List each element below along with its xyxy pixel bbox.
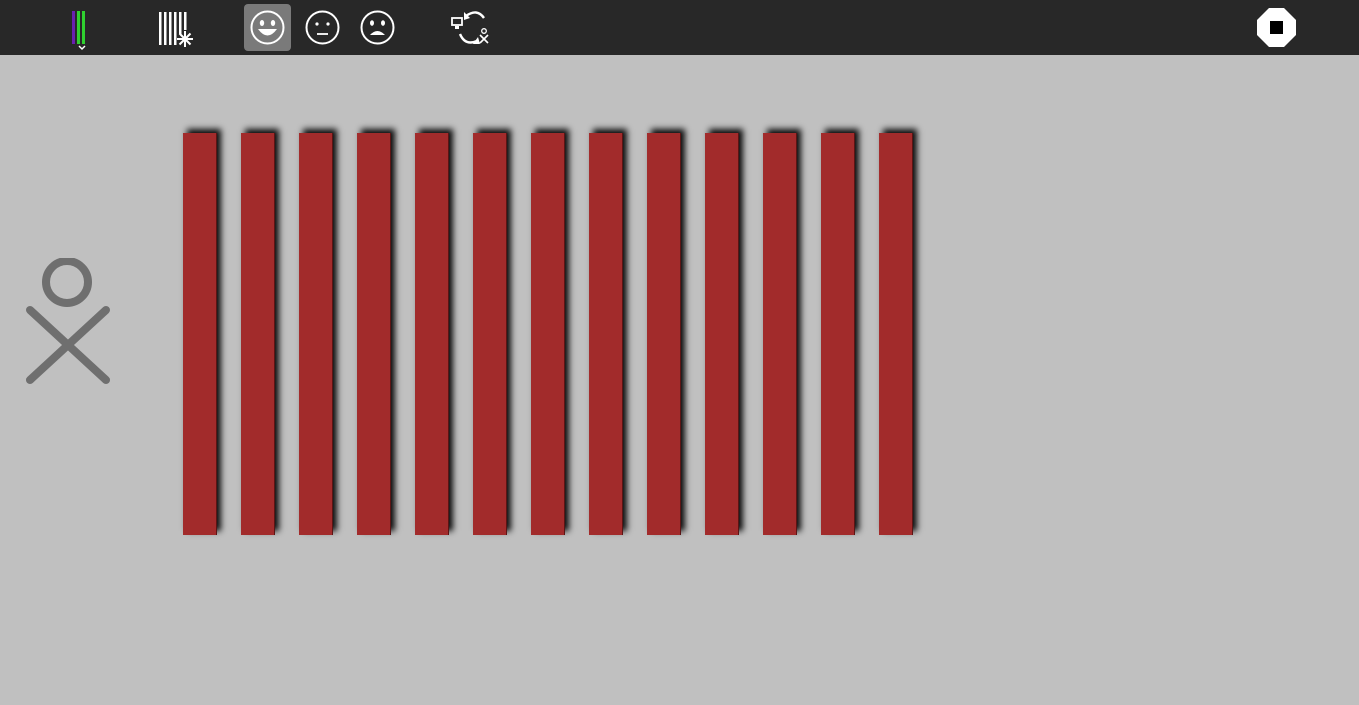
stop-button[interactable] — [1253, 4, 1300, 51]
bar-13[interactable] — [879, 133, 913, 535]
bar-4[interactable] — [357, 133, 391, 535]
bar-2[interactable] — [241, 133, 275, 535]
bar-12[interactable] — [821, 133, 855, 535]
bar-9[interactable] — [647, 133, 681, 535]
neutral-button[interactable] — [299, 4, 346, 51]
happy-button[interactable] — [244, 4, 291, 51]
tally-button[interactable] — [152, 4, 199, 51]
sad-face-icon — [360, 10, 395, 45]
bar-10[interactable] — [705, 133, 739, 535]
happy-face-icon — [250, 10, 285, 45]
share-button[interactable] — [447, 4, 494, 51]
sad-button[interactable] — [354, 4, 401, 51]
stop-icon — [1257, 8, 1296, 47]
xo-person-icon — [26, 258, 110, 384]
activity-canvas — [0, 55, 1359, 705]
bar-3[interactable] — [299, 133, 333, 535]
bar-6[interactable] — [473, 133, 507, 535]
neutral-face-icon — [305, 10, 340, 45]
activity-button[interactable] — [59, 4, 106, 51]
toolbar — [0, 0, 1359, 55]
bar-11[interactable] — [763, 133, 797, 535]
bar-7[interactable] — [531, 133, 565, 535]
bar-5[interactable] — [415, 133, 449, 535]
colored-bars-icon — [72, 11, 86, 51]
bar-8[interactable] — [589, 133, 623, 535]
bar-1[interactable] — [183, 133, 217, 535]
tally-sparkle-icon — [159, 12, 193, 47]
share-sync-icon — [451, 11, 489, 44]
